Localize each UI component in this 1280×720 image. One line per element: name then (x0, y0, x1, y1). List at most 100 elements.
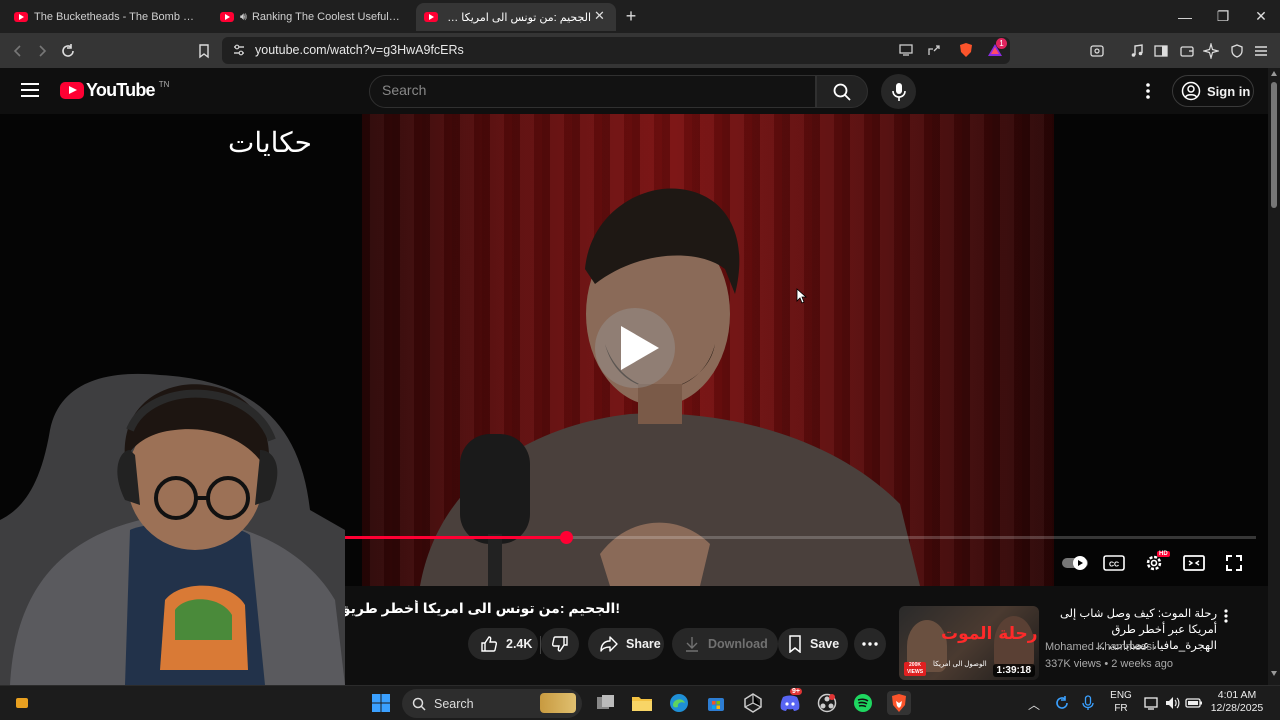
download-icon (684, 636, 700, 652)
address-bar[interactable]: youtube.com/watch?v=g3HwA9fcERs 1 (222, 37, 1010, 64)
taskbar-weather-icon[interactable] (16, 698, 28, 708)
cast-icon[interactable] (898, 43, 914, 57)
save-label: Save (810, 637, 840, 651)
taskbar-search[interactable]: Search (402, 689, 582, 718)
spotify-app[interactable] (851, 691, 875, 715)
browser-tab-strip: The Bucketheads - The Bomb [These 🔊︎ Ran… (0, 0, 1280, 33)
scroll-up-arrow-icon[interactable] (1271, 71, 1277, 76)
tab-close-icon[interactable]: ✕ (594, 8, 605, 24)
theater-mode-button[interactable] (1180, 551, 1208, 575)
sidebar-icon (1154, 45, 1168, 57)
recommendation-meta: 337K views • 2 weeks ago (1045, 658, 1174, 670)
volume-icon[interactable] (1164, 695, 1180, 711)
tab-title: الجحيم :من تونس الى امريكا أخطر (446, 11, 591, 24)
search-icon (833, 83, 851, 101)
search-input[interactable] (382, 82, 802, 98)
share-page-icon[interactable] (926, 43, 942, 57)
subtitles-button[interactable]: CC (1100, 551, 1128, 575)
back-button[interactable] (7, 40, 29, 62)
fullscreen-button[interactable] (1220, 551, 1248, 575)
folder-icon (632, 697, 652, 711)
maximize-button[interactable]: ❐ (1204, 0, 1242, 33)
like-button[interactable]: 2.4K (468, 628, 538, 660)
wallet-button[interactable] (1176, 40, 1198, 62)
vpn-button[interactable] (1226, 40, 1248, 62)
dislike-button[interactable] (541, 628, 579, 660)
recommendation-thumbnail[interactable]: رحلة الموت الوصول الى امريكا 200K VIEWS … (899, 606, 1039, 680)
microphone-icon (891, 82, 906, 101)
battery-icon[interactable] (1185, 695, 1203, 711)
bookmark-button[interactable] (193, 40, 215, 62)
language-code: ENG (1110, 690, 1132, 701)
start-button[interactable] (369, 691, 393, 715)
reader-mode-button[interactable] (1086, 40, 1108, 62)
discord-app[interactable]: 9+ (778, 688, 802, 715)
play-button[interactable] (595, 308, 675, 388)
input-language[interactable]: ENG FR (1108, 689, 1134, 715)
progress-scrubber[interactable] (560, 531, 573, 544)
microphone-tray-icon[interactable] (1082, 695, 1094, 711)
tab-buckettheads[interactable]: The Bucketheads - The Bomb [These (4, 3, 204, 31)
obs-app[interactable] (815, 691, 839, 715)
save-button[interactable]: Save (778, 628, 848, 660)
sparkle-icon (1203, 43, 1219, 59)
sign-in-button[interactable]: Sign in (1172, 75, 1254, 107)
clock-date: 12/28/2025 (1210, 702, 1264, 714)
more-actions-button[interactable] (854, 628, 886, 660)
recommendation-views: 337K views (1045, 658, 1102, 670)
youtube-logo[interactable]: YouTube TN (60, 80, 169, 101)
task-view-button[interactable] (594, 691, 618, 715)
sidebar-button[interactable] (1150, 40, 1172, 62)
file-explorer-app[interactable] (630, 691, 654, 715)
theater-icon (1183, 555, 1205, 571)
clock-time: 4:01 AM (1217, 689, 1257, 701)
autoplay-toggle[interactable] (1060, 551, 1090, 575)
unity-app[interactable] (741, 691, 765, 715)
media-button[interactable] (1126, 40, 1148, 62)
download-button[interactable]: Download (672, 628, 778, 660)
bookmark-icon (199, 44, 209, 59)
recommendation-channel[interactable]: Mohamed Khammessi (1045, 641, 1154, 653)
voice-search-button[interactable] (881, 74, 916, 109)
minimize-button[interactable]: — (1166, 0, 1204, 33)
brave-app[interactable] (887, 691, 911, 715)
page-scrollbar[interactable] (1268, 68, 1280, 685)
recommendation-menu-icon[interactable] (1220, 608, 1232, 624)
account-icon (1181, 81, 1201, 101)
edge-app[interactable] (667, 691, 691, 715)
brave-shields-icon[interactable] (957, 41, 975, 59)
share-button[interactable]: Share (588, 628, 664, 660)
scroll-down-arrow-icon[interactable] (1271, 671, 1277, 676)
tab-car-ranking[interactable]: 🔊︎ Ranking The Coolest Useful Car F (210, 3, 410, 31)
forward-button[interactable] (31, 40, 53, 62)
fullscreen-icon (1226, 555, 1242, 571)
discord-badge: 9+ (790, 688, 802, 695)
search-button[interactable] (816, 75, 868, 108)
reload-button[interactable] (57, 40, 79, 62)
discord-icon (780, 695, 800, 711)
hamburger-icon (1255, 46, 1267, 56)
site-settings-icon[interactable] (232, 43, 246, 57)
settings-button[interactable]: HD (1140, 551, 1170, 575)
guide-menu-icon[interactable] (20, 82, 40, 98)
brave-lion-icon (892, 694, 906, 712)
tab-current-video[interactable]: ✕ الجحيم :من تونس الى امريكا أخطر (416, 3, 616, 31)
speaker-icon[interactable]: 🔊︎ (240, 11, 247, 24)
close-window-button[interactable]: ✕ (1242, 0, 1280, 33)
settings-more-icon[interactable] (1140, 82, 1156, 100)
rewards-badge: 1 (996, 38, 1007, 49)
new-tab-button[interactable]: + (617, 0, 645, 33)
browser-toolbar: youtube.com/watch?v=g3HwA9fcERs 1 (0, 33, 1280, 68)
clock[interactable]: 4:01 AM 12/28/2025 (1206, 689, 1268, 715)
search-box[interactable] (369, 75, 816, 108)
task-view-icon (597, 695, 614, 709)
leo-ai-button[interactable] (1200, 40, 1222, 62)
sync-icon[interactable] (1054, 695, 1070, 711)
store-icon (708, 698, 724, 711)
video-duration: 1:39:18 (992, 664, 1035, 677)
tray-chevron-icon[interactable]: ︿ (1028, 696, 1040, 713)
network-icon[interactable] (1144, 695, 1160, 711)
menu-button[interactable] (1250, 40, 1272, 62)
microsoft-store-app[interactable] (704, 691, 728, 715)
scrollbar-thumb[interactable] (1271, 82, 1277, 208)
